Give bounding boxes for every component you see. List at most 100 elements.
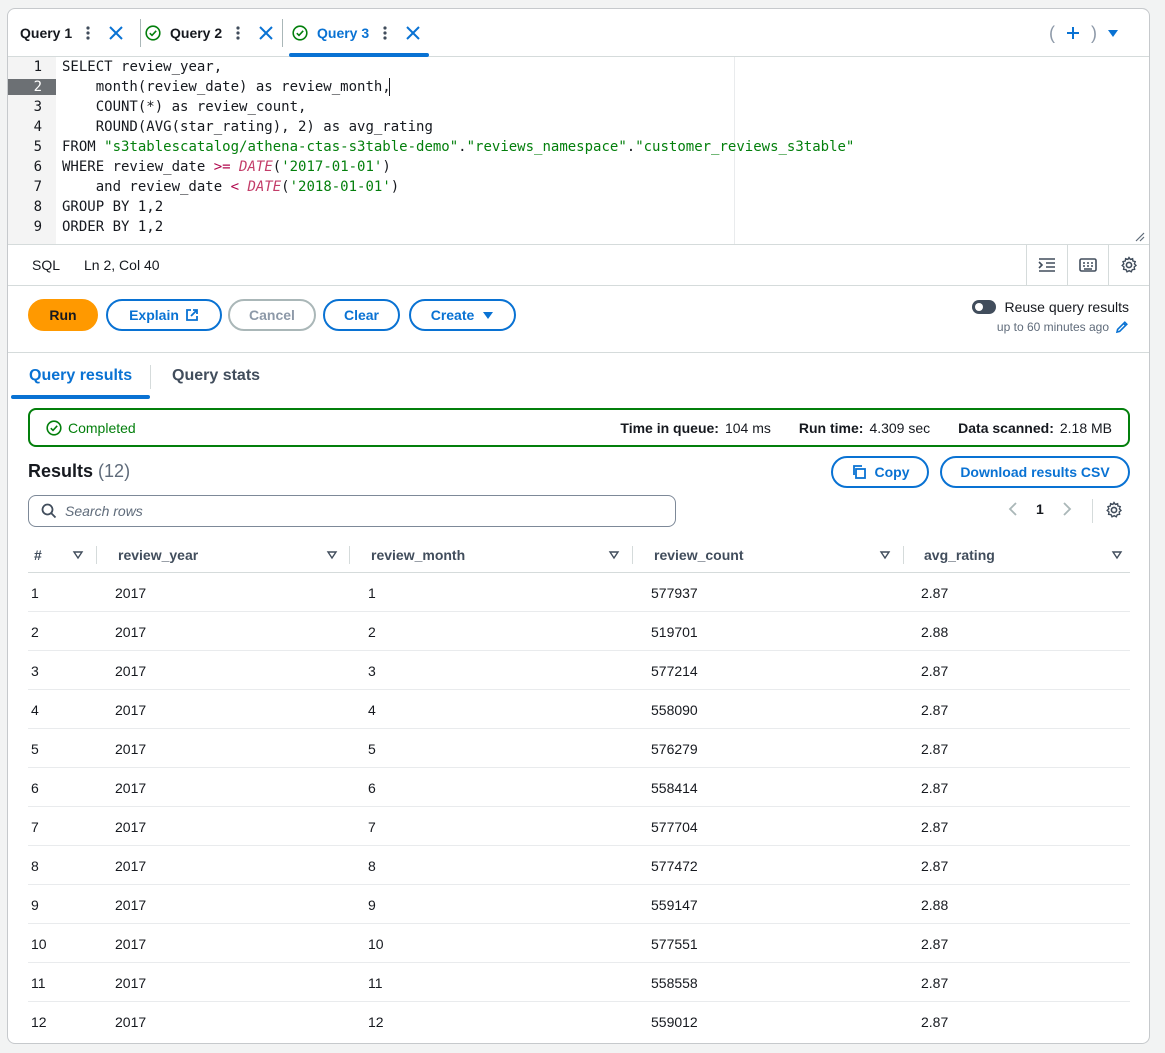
result-tabs: Query results Query stats	[8, 352, 1149, 399]
code-text: and review_date < DATE('2018-01-01')	[62, 179, 400, 195]
editor-settings-button[interactable]	[1108, 245, 1149, 285]
edit-pencil-icon[interactable]	[1115, 320, 1129, 334]
code-line[interactable]: 7 and review_date < DATE('2018-01-01')	[8, 177, 1149, 197]
time-in-queue: Time in queue: 104 ms	[620, 419, 771, 436]
tab-query-1[interactable]: Query 1	[20, 9, 124, 57]
column-header[interactable]: review_year	[118, 537, 198, 573]
cancel-button[interactable]: Cancel	[228, 299, 316, 331]
table-cell: 5	[368, 740, 376, 757]
table-cell: 2017	[115, 1013, 147, 1030]
table-cell: 12	[368, 1013, 384, 1030]
table-cell: 2017	[115, 896, 147, 913]
table-cell: 2017	[115, 701, 147, 718]
line-number: 9	[33, 219, 42, 235]
table-cell: 4	[368, 701, 376, 718]
column-divider	[632, 546, 633, 564]
tab-query-2[interactable]: Query 2	[145, 9, 274, 57]
table-cell: 9	[31, 896, 39, 913]
code-text: COUNT(*) as review_count,	[62, 99, 307, 115]
table-cell: 8	[368, 857, 376, 874]
table-cell: 4	[31, 701, 39, 718]
success-check-icon	[292, 25, 308, 41]
table-cell: 2017	[115, 974, 147, 991]
reuse-results-label: Reuse query results	[1004, 299, 1129, 315]
code-line[interactable]: 5 FROM "s3tablescatalog/athena-ctas-s3tab…	[8, 137, 1149, 157]
caret-down-icon[interactable]	[1107, 27, 1119, 39]
code-line[interactable]: 6 WHERE review_date >= DATE('2017-01-01')	[8, 157, 1149, 177]
results-table: # review_year review_month review_count avg_…	[28, 537, 1130, 1041]
more-actions-icon[interactable]	[379, 25, 391, 41]
line-number: 3	[33, 99, 42, 115]
table-cell: 2.87	[921, 818, 949, 835]
chevron-left-icon[interactable]	[1008, 502, 1018, 516]
line-number: 4	[33, 119, 42, 135]
code-line[interactable]: 4 ROUND(AVG(star_rating), 2) as avg_rati…	[8, 117, 1149, 137]
table-cell: 577704	[651, 818, 698, 835]
table-cell: 2.88	[921, 896, 949, 913]
table-cell: 11	[368, 974, 383, 991]
chevron-right-icon[interactable]	[1062, 502, 1072, 516]
code-line[interactable]: 1 SELECT review_year,	[8, 57, 1149, 77]
copy-button[interactable]: Copy	[831, 456, 929, 488]
sort-icon[interactable]	[326, 549, 338, 561]
code-line[interactable]: 9 ORDER BY 1,2	[8, 217, 1149, 237]
code-line[interactable]: 8 GROUP BY 1,2	[8, 197, 1149, 217]
table-cell: 5	[31, 740, 39, 757]
close-icon[interactable]	[258, 25, 274, 41]
tab-query-stats[interactable]: Query stats	[172, 367, 260, 385]
keyboard-icon	[1079, 258, 1097, 272]
reuse-results-toggle[interactable]	[972, 300, 997, 314]
sql-editor[interactable]: 1 SELECT review_year, 2 month(review_date)…	[8, 57, 1149, 244]
sort-icon[interactable]	[72, 549, 84, 561]
create-button-label: Create	[430, 307, 475, 323]
line-number: 8	[33, 199, 42, 215]
indent-icon	[1038, 258, 1055, 272]
download-csv-button[interactable]: Download results CSV	[940, 456, 1130, 488]
search-input[interactable]: Search rows	[28, 495, 676, 527]
gear-icon	[1121, 256, 1138, 273]
more-actions-icon[interactable]	[82, 25, 94, 41]
athena-query-editor: Query 1 Query 2 Query 3 ( ) 1 SELECT rev…	[7, 8, 1150, 1044]
sort-icon[interactable]	[879, 549, 891, 561]
table-cell: 558090	[651, 701, 698, 718]
code-text: WHERE review_date >= DATE('2017-01-01')	[62, 159, 391, 175]
column-header[interactable]: #	[34, 537, 42, 573]
table-cell: 3	[368, 662, 376, 679]
column-header[interactable]: review_month	[371, 537, 465, 573]
run-button[interactable]: Run	[28, 299, 98, 331]
close-icon[interactable]	[405, 25, 421, 41]
resize-handle-icon[interactable]	[1133, 230, 1145, 242]
query-status-banner: Completed Time in queue: 104 ms Run time:…	[28, 408, 1130, 447]
tab-query-results[interactable]: Query results	[29, 367, 132, 385]
search-placeholder: Search rows	[65, 503, 143, 519]
keyboard-shortcuts-button[interactable]	[1067, 245, 1108, 285]
create-button[interactable]: Create	[409, 299, 516, 331]
table-cell: 9	[368, 896, 376, 913]
table-cell: 3	[31, 662, 39, 679]
status-badge: Completed	[46, 420, 136, 436]
more-actions-icon[interactable]	[232, 25, 244, 41]
current-page[interactable]: 1	[1036, 501, 1044, 517]
column-header[interactable]: review_count	[654, 537, 743, 573]
active-tab-indicator	[11, 395, 150, 399]
table-row: 6 2017 6 558414 2.87	[28, 768, 1130, 807]
sort-icon[interactable]	[1111, 549, 1123, 561]
table-row: 12 2017 12 559012 2.87	[28, 1002, 1130, 1041]
add-tab-icon[interactable]	[1065, 25, 1081, 41]
code-line[interactable]: 3 COUNT(*) as review_count,	[8, 97, 1149, 117]
code-line[interactable]: 2 month(review_date) as review_month,	[8, 77, 1149, 97]
close-icon[interactable]	[108, 25, 124, 41]
clear-button[interactable]: Clear	[323, 299, 400, 331]
sort-icon[interactable]	[608, 549, 620, 561]
tab-query-3[interactable]: Query 3	[292, 9, 421, 57]
pagination: 1	[1008, 501, 1072, 517]
table-row: 7 2017 7 577704 2.87	[28, 807, 1130, 846]
format-query-button[interactable]	[1026, 245, 1067, 285]
gear-icon[interactable]	[1105, 501, 1123, 519]
reuse-query-results: Reuse query results up to 60 minutes ago	[972, 299, 1129, 334]
table-cell: 2.87	[921, 740, 949, 757]
tab-actions-close-paren: )	[1091, 22, 1097, 43]
table-row: 3 2017 3 577214 2.87	[28, 651, 1130, 690]
column-header[interactable]: avg_rating	[924, 537, 995, 573]
explain-button[interactable]: Explain	[106, 299, 222, 331]
